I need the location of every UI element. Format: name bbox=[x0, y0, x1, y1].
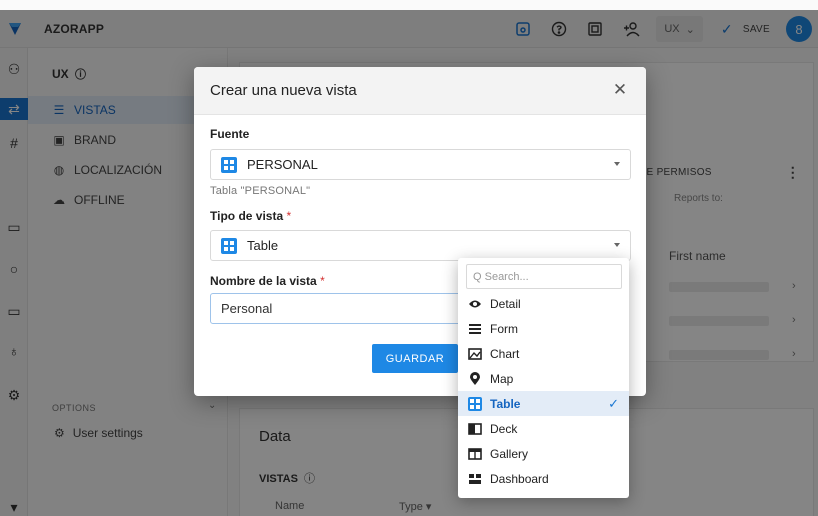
table-icon bbox=[221, 237, 237, 254]
map-pin-icon bbox=[468, 371, 482, 386]
table-icon bbox=[221, 156, 237, 173]
caret-down-icon bbox=[614, 162, 620, 166]
guardar-button[interactable]: GUARDAR bbox=[372, 344, 458, 373]
fuente-select-value: PERSONAL bbox=[247, 157, 318, 172]
fuente-hint: Tabla "PERSONAL" bbox=[210, 185, 311, 197]
dropdown-option-deck[interactable]: Deck bbox=[458, 416, 629, 441]
dropdown-option-label: Form bbox=[490, 321, 518, 336]
caret-down-icon bbox=[614, 243, 620, 247]
nombre-label-text: Nombre de la vista bbox=[210, 274, 317, 288]
dropdown-option-table[interactable]: Table ✓ bbox=[458, 391, 629, 416]
dropdown-option-label: Dashboard bbox=[490, 471, 549, 486]
dropdown-option-label: Chart bbox=[490, 346, 520, 361]
dropdown-option-dashboard[interactable]: Dashboard bbox=[458, 466, 629, 491]
tipo-label-text: Tipo de vista bbox=[210, 209, 284, 223]
dropdown-option-label: Detail bbox=[490, 296, 521, 311]
dropdown-option-label: Gallery bbox=[490, 446, 529, 461]
dropdown-option-label: Table bbox=[490, 396, 521, 411]
dropdown-option-map[interactable]: Map bbox=[458, 366, 629, 391]
dropdown-option-detail[interactable]: Detail bbox=[458, 291, 629, 316]
form-icon bbox=[468, 322, 482, 336]
required-mark: * bbox=[320, 274, 325, 288]
tipo-select-value: Table bbox=[247, 238, 279, 253]
view-name-input[interactable] bbox=[210, 293, 470, 324]
dialog-title: Crear una nueva vista bbox=[210, 82, 357, 99]
check-icon: ✓ bbox=[608, 396, 619, 411]
dropdown-option-label: Map bbox=[490, 371, 514, 386]
eye-icon bbox=[468, 297, 482, 311]
table-icon bbox=[468, 396, 482, 411]
dropdown-option-form[interactable]: Form bbox=[458, 316, 629, 341]
deck-icon bbox=[468, 422, 482, 436]
nombre-label: Nombre de la vista * bbox=[210, 274, 325, 288]
close-icon[interactable]: ✕ bbox=[610, 80, 630, 100]
fuente-label: Fuente bbox=[210, 127, 250, 141]
fuente-select[interactable]: PERSONAL bbox=[210, 149, 631, 180]
dropdown-option-label: Deck bbox=[490, 421, 518, 436]
dropdown-option-chart[interactable]: Chart bbox=[458, 341, 629, 366]
dialog-header: Crear una nueva vista bbox=[194, 67, 646, 115]
dashboard-icon bbox=[468, 472, 482, 486]
search-input[interactable] bbox=[466, 264, 622, 289]
required-mark: * bbox=[286, 209, 292, 223]
view-type-dropdown: Detail Form Chart Map Table ✓ Deck Galle… bbox=[458, 258, 629, 498]
tipo-label: Tipo de vista * bbox=[210, 209, 291, 223]
dropdown-option-gallery[interactable]: Gallery bbox=[458, 441, 629, 466]
gallery-icon bbox=[468, 447, 482, 461]
tipo-select[interactable]: Table bbox=[210, 230, 631, 261]
chart-icon bbox=[468, 347, 482, 361]
